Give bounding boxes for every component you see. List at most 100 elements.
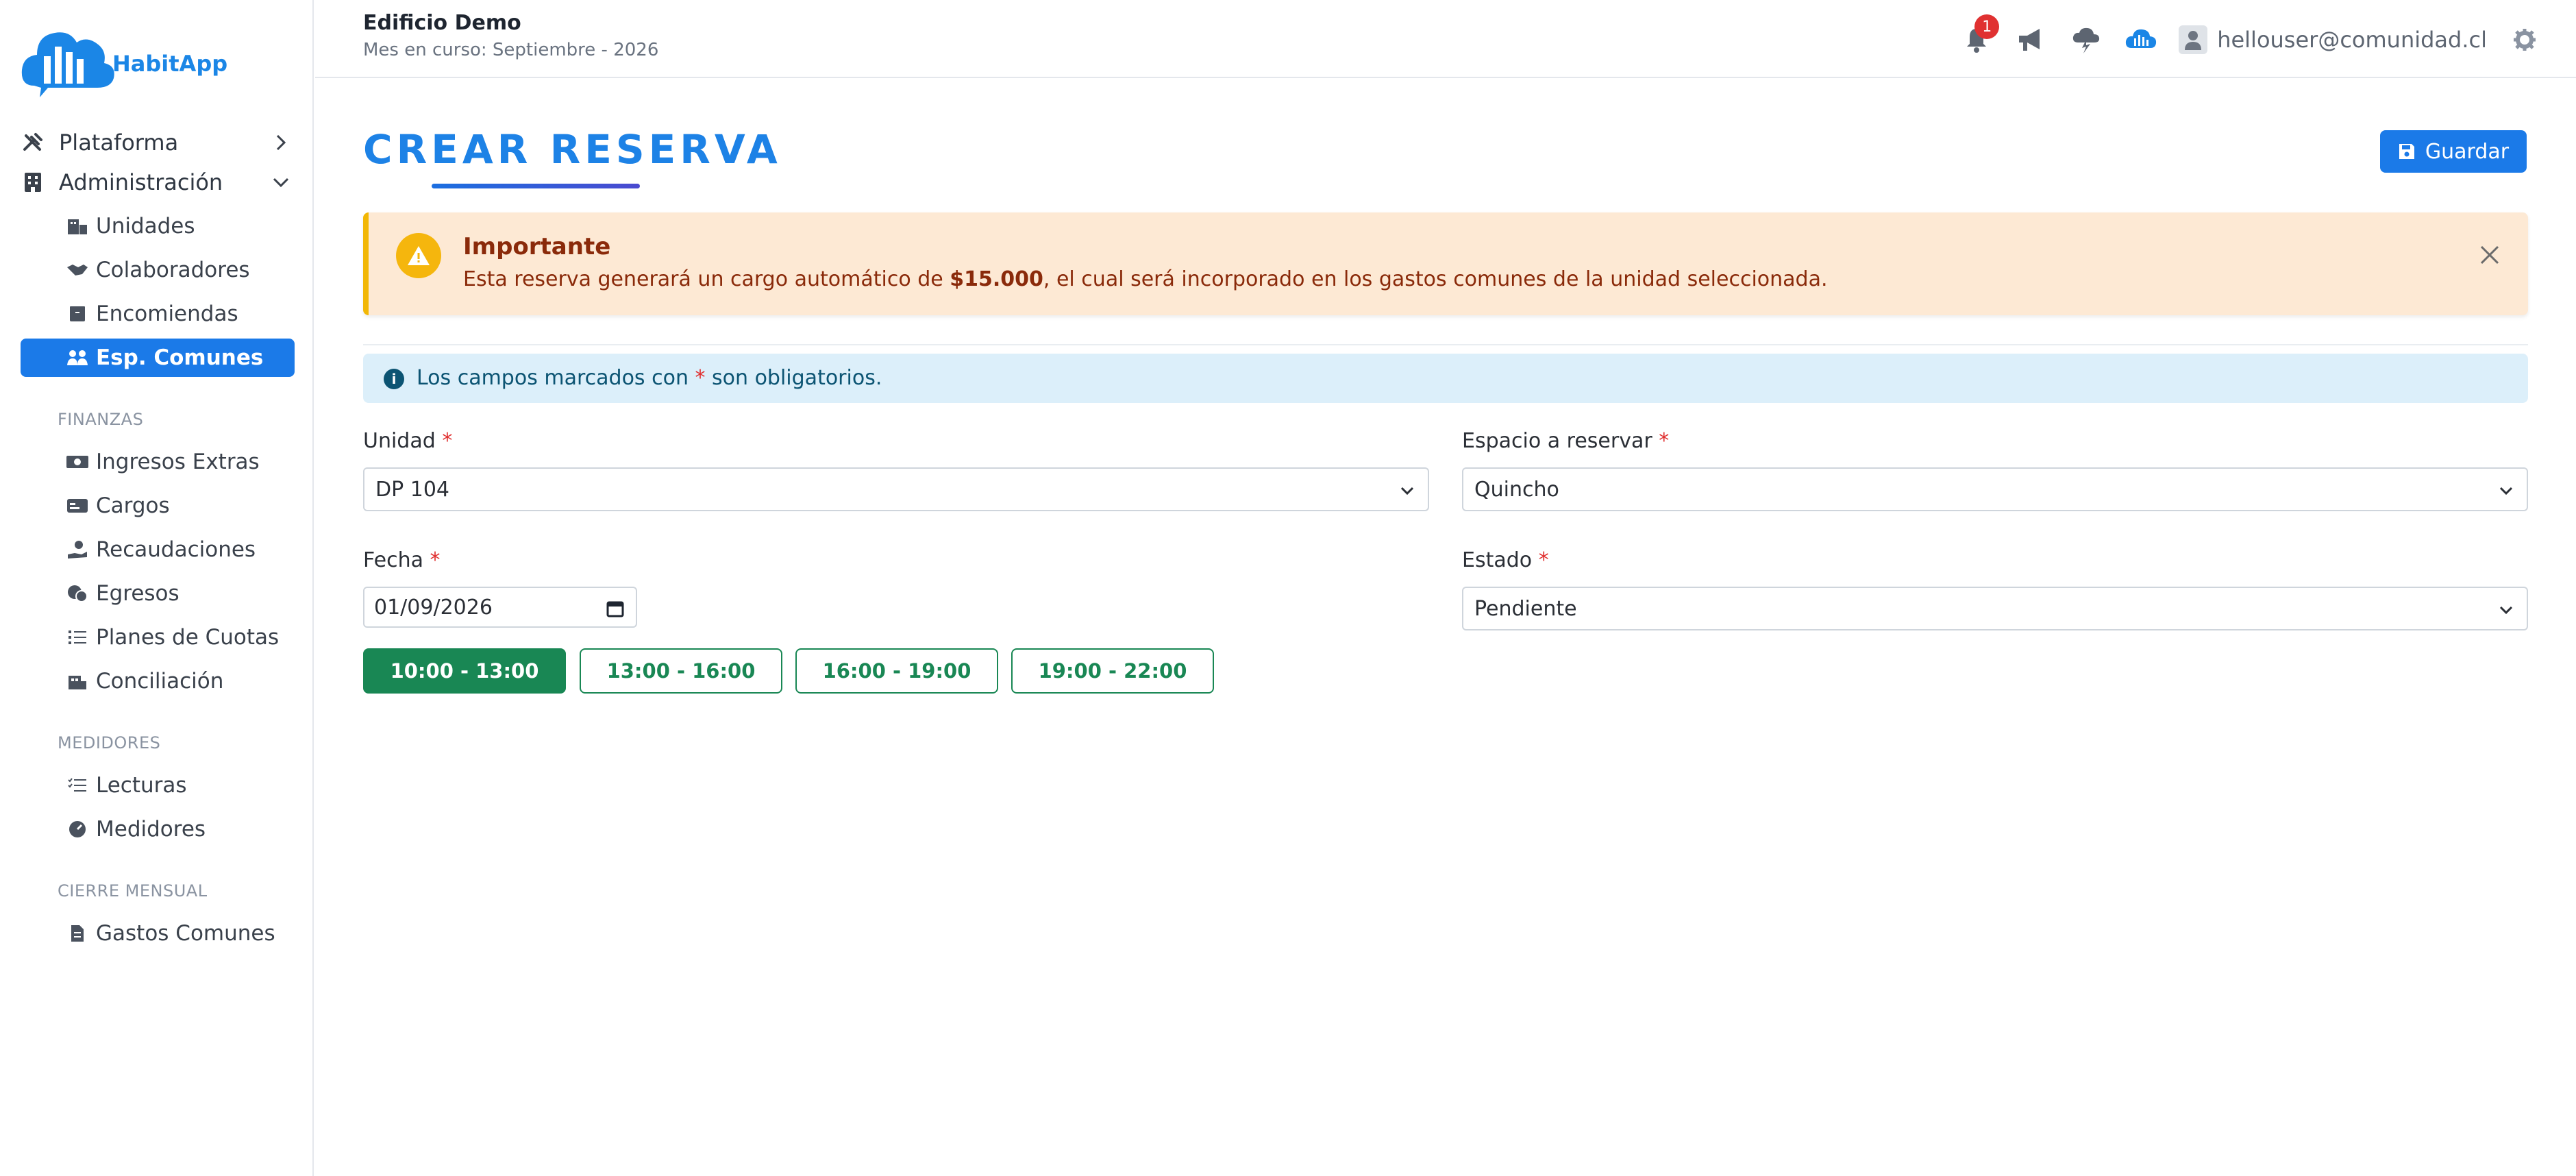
estado-label-text: Estado [1462,548,1533,572]
notifications-button[interactable]: 1 [1959,14,2000,57]
time-slot-3[interactable]: 16:00 - 19:00 [795,648,998,694]
sidebar-item-label: Egresos [96,581,179,606]
warning-text-after: , el cual será incorporado en los gastos… [1043,267,1828,291]
section-cierre-mensual: CIERRE MENSUAL [58,881,208,901]
fecha-input[interactable]: 01/09/2026 [363,587,637,628]
card-icon [66,494,89,517]
required-marker: * [430,548,441,572]
estado-label: Estado * [1462,548,1549,572]
required-marker: * [442,429,453,453]
sidebar-item-colaboradores[interactable]: Colaboradores [21,251,295,289]
cloud-bolt-icon [2073,27,2100,53]
sidebar-item-gastos-comunes[interactable]: Gastos Comunes [21,914,295,953]
sidebar-item-planes-de-cuotas[interactable]: Planes de Cuotas [21,618,295,657]
cash-icon [66,450,89,474]
sidebar-item-ingresos-extras[interactable]: Ingresos Extras [21,443,295,481]
warning-amount: $15.000 [950,267,1043,291]
sidebar-item-label: Ingresos Extras [96,450,260,474]
settings-button[interactable] [2507,23,2542,57]
sidebar-item-medidores[interactable]: Medidores [21,810,295,848]
invoice-icon [66,922,89,945]
calendar-icon[interactable] [606,599,625,618]
sidebar-item-label: Medidores [96,817,206,842]
fecha-input-value: 01/09/2026 [374,595,493,620]
sidebar-item-encomiendas[interactable]: Encomiendas [21,295,295,333]
info-text-before: Los campos marcados con [417,366,695,390]
sidebar-item-unidades[interactable]: Unidades [21,207,295,245]
espacio-label: Espacio a reservar * [1462,429,1669,453]
logo-text: HabitApp [112,51,228,77]
time-slot-1[interactable]: 10:00 - 13:00 [363,648,566,694]
info-text-after: son obligatorios. [705,366,882,390]
unidad-select[interactable]: DP 104 [363,467,1429,511]
sidebar-item-administracion[interactable]: Administración [21,162,295,203]
cloud-chart-icon [2126,29,2157,48]
current-period: Mes en curso: Septiembre - 2026 [363,40,659,60]
sidebar-item-label: Gastos Comunes [96,921,275,946]
gauge-icon [66,818,89,841]
sidebar-item-cargos[interactable]: Cargos [21,487,295,525]
required-marker: * [1659,429,1670,453]
close-icon[interactable] [2476,241,2503,269]
user-menu[interactable]: hellouser@comunidad.cl [2179,25,2487,54]
gear-icon [2514,29,2536,51]
sidebar-item-lecturas[interactable]: Lecturas [21,766,295,805]
sidebar-item-plataforma[interactable]: Plataforma [21,122,295,163]
floppy-disk-icon [2399,144,2414,159]
sidebar-item-conciliacion[interactable]: Conciliación [21,662,295,700]
save-button[interactable]: Guardar [2380,130,2527,173]
sidebar-item-label: Lecturas [96,773,187,798]
save-button-label: Guardar [2425,139,2510,164]
hand-coin-icon [66,538,89,561]
chevron-down-icon [2499,606,2513,615]
espacio-select[interactable]: Quincho [1462,467,2528,511]
package-icon [66,302,89,326]
sidebar-item-label: Cargos [96,493,170,518]
sidebar-item-label: Recaudaciones [96,537,256,562]
section-finanzas: FINANZAS [58,410,144,429]
sidebar-item-esp-comunes[interactable]: Esp. Comunes [21,339,295,377]
cloud-logo-icon [21,32,114,97]
sidebar-item-egresos[interactable]: Egresos [21,574,295,613]
info-alert: i Los campos marcados con * son obligato… [363,354,2528,403]
sidebar-item-label: Unidades [96,214,195,238]
building-icon [21,170,45,195]
warning-text-before: Esta reserva generará un cargo automátic… [463,267,950,291]
unidad-select-value: DP 104 [375,477,449,502]
sidebar-item-label: Planes de Cuotas [96,625,280,650]
chevron-down-icon [1400,487,1414,495]
chevron-down-icon [273,177,289,188]
warning-icon [396,233,441,278]
divider [363,344,2528,345]
time-slot-4[interactable]: 19:00 - 22:00 [1011,648,1214,694]
sidebar-item-label: Colaboradores [96,258,250,282]
time-slot-2[interactable]: 13:00 - 16:00 [580,648,782,694]
weather-button[interactable] [2069,23,2103,57]
user-email: hellouser@comunidad.cl [2217,27,2487,53]
chevron-right-icon [276,134,286,151]
tools-icon [21,130,45,155]
announcements-button[interactable] [2014,23,2048,57]
habitapp-logo[interactable]: HabitApp [21,21,227,103]
notification-badge: 1 [1974,14,2000,39]
sidebar-item-recaudaciones[interactable]: Recaudaciones [21,530,295,569]
list-icon [66,626,89,649]
header-actions: 1 hellouser@comunidad.cl [1959,14,2542,59]
handshake-icon [66,258,89,282]
required-marker: * [695,366,706,390]
fecha-label-text: Fecha [363,548,423,572]
estado-select[interactable]: Pendiente [1462,587,2528,630]
building-name: Edificio Demo [363,11,521,35]
sidebar-item-label: Encomiendas [96,302,238,326]
warning-alert: Importante Esta reserva generará un carg… [363,212,2528,315]
checklist-icon [66,774,89,797]
sidebar-item-label: Conciliación [96,669,224,694]
unidad-label-text: Unidad [363,429,436,453]
sidebar-item-label: Esp. Comunes [96,345,264,370]
habitapp-shortcut-button[interactable] [2124,23,2158,57]
megaphone-icon [2019,29,2040,51]
sidebar-item-label: Plataforma [59,130,179,156]
people-icon [66,346,89,369]
avatar [2179,25,2208,54]
chevron-down-icon [2499,487,2513,495]
